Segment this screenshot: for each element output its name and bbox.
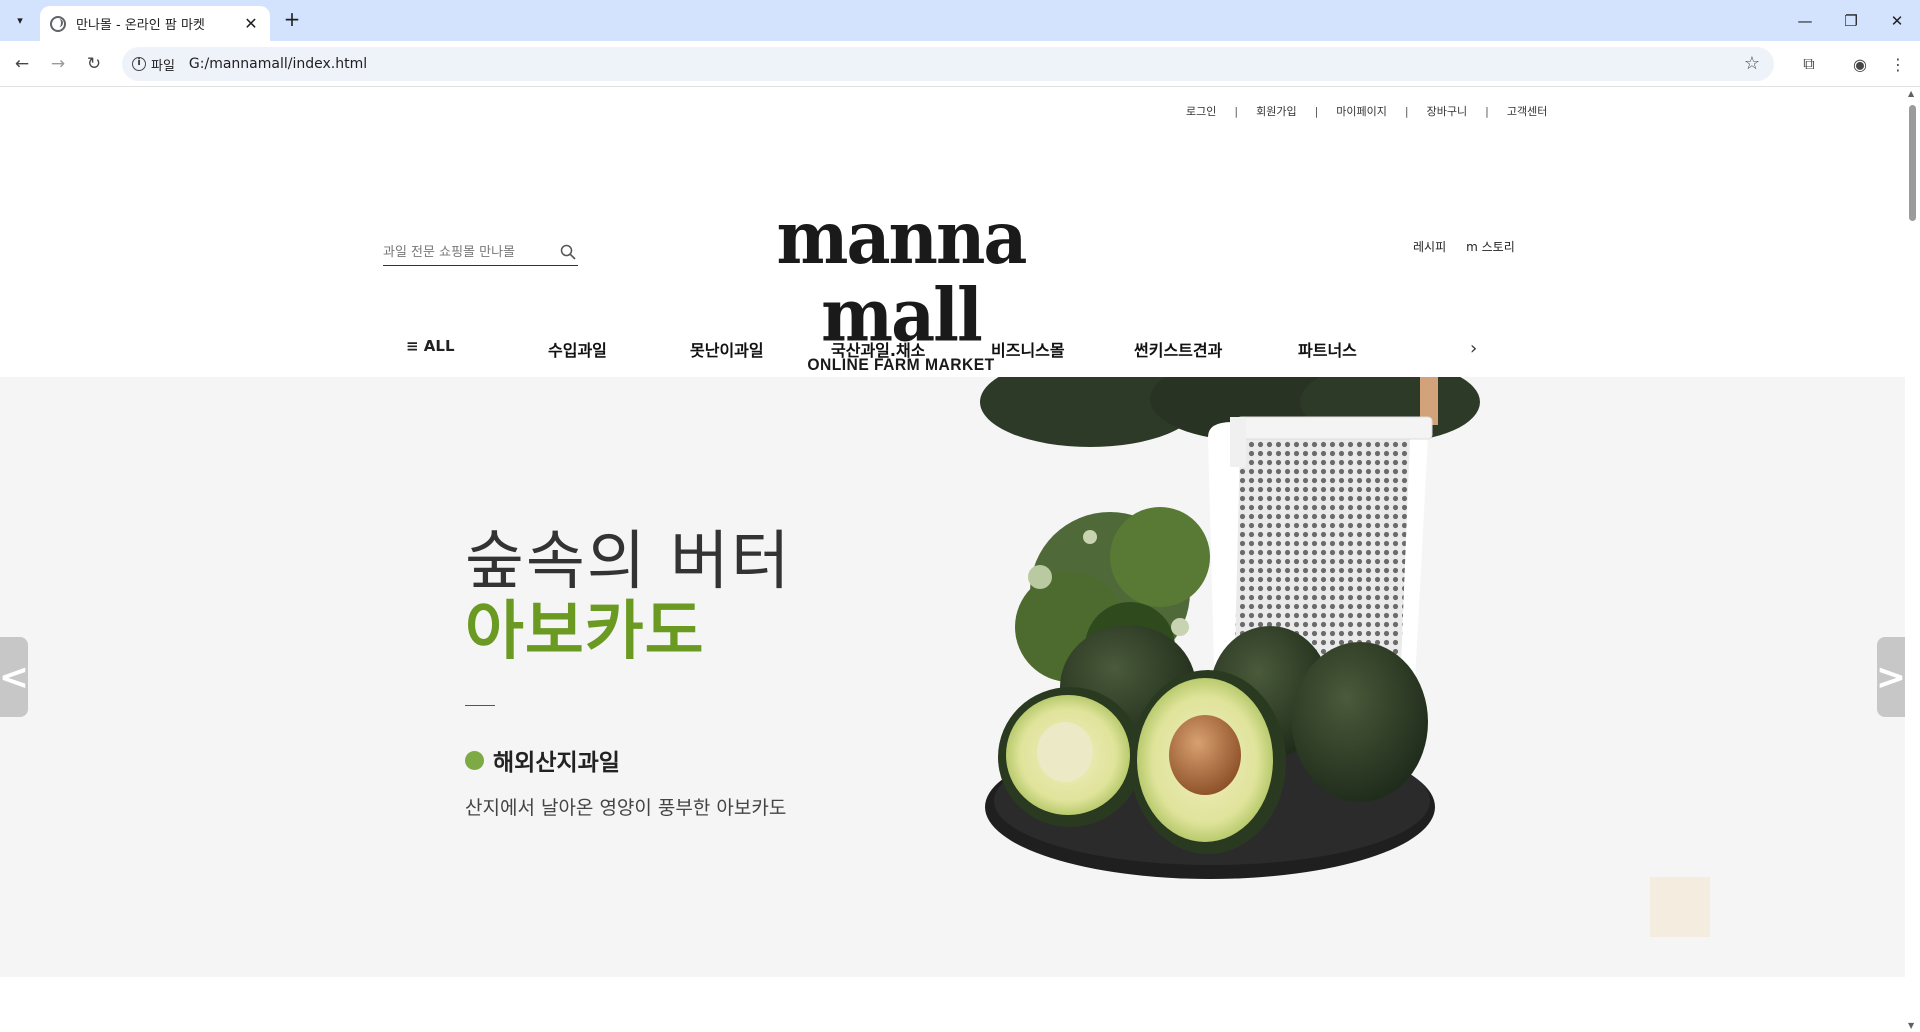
address-bar[interactable]: i 파일 G:/mannamall/index.html ☆ [122, 47, 1774, 81]
restore-button[interactable]: ❐ [1828, 0, 1874, 41]
page-viewport: 로그인 | 회원가입 | 마이페이지 | 장바구니 | 고객센터 manna m… [0, 87, 1920, 1032]
slider-prev-button[interactable]: < [0, 637, 29, 717]
browser-tabstrip: ▾ 만나몰 - 온라인 팜 마켓 ✕ + — ❐ ✕ [0, 0, 1920, 41]
nav-item-partners[interactable]: 파트너스 [1298, 337, 1357, 361]
profile-icon[interactable]: ◉ [1846, 50, 1874, 78]
hero-headline: 숲속의 버터 [465, 525, 792, 599]
hero-text: 숲속의 버터 아보카도 해외산지과일 산지에서 날아온 영양이 풍부한 아보카도 [465, 527, 792, 820]
browser-tab-active[interactable]: 만나몰 - 온라인 팜 마켓 ✕ [40, 6, 270, 41]
window-controls: — ❐ ✕ [1782, 0, 1920, 41]
login-link[interactable]: 로그인 [1186, 103, 1216, 119]
hero-divider [465, 705, 495, 706]
search-icon[interactable] [560, 244, 576, 260]
scrollbar-thumb[interactable] [1909, 105, 1916, 221]
page-scrollbar[interactable]: ▲ ▼ [1905, 87, 1920, 1032]
separator: | [1404, 104, 1409, 118]
scroll-up-icon[interactable]: ▲ [1908, 89, 1914, 98]
minimize-button[interactable]: — [1782, 0, 1828, 41]
site-info-chip[interactable]: i 파일 [132, 55, 175, 74]
nav-item-sunkist-nuts[interactable]: 썬키스트견과 [1134, 337, 1222, 361]
hero-category: 해외산지과일 [465, 743, 792, 777]
signup-link[interactable]: 회원가입 [1256, 103, 1296, 119]
reload-button[interactable]: ↻ [80, 50, 108, 78]
hero-avocado-image [980, 377, 1710, 937]
support-link[interactable]: 고객센터 [1507, 103, 1547, 119]
nav-item-business-mall[interactable]: 비즈니스몰 [991, 337, 1065, 361]
recipe-link[interactable]: 레시피 [1413, 238, 1446, 255]
back-button[interactable]: ← [8, 50, 36, 78]
browser-toolbar: ← → ↻ i 파일 G:/mannamall/index.html ☆ ⧉ ◉… [0, 41, 1920, 87]
new-tab-button[interactable]: + [280, 8, 304, 32]
slider-next-button[interactable]: > [1876, 637, 1906, 717]
search-box [383, 239, 578, 266]
nav-next-icon[interactable]: › [1470, 338, 1477, 359]
nav-item-ugly-fruit[interactable]: 못난이과일 [690, 337, 764, 361]
hero-category-label: 해외산지과일 [493, 750, 620, 776]
hero-product-name: 아보카도 [465, 595, 705, 669]
nav-item-imported-fruit[interactable]: 수입과일 [548, 337, 607, 361]
utility-nav: 로그인 | 회원가입 | 마이페이지 | 장바구니 | 고객센터 [1186, 103, 1547, 119]
side-links: 레시피 m 스토리 [1413, 238, 1535, 255]
story-link[interactable]: m 스토리 [1466, 238, 1515, 255]
globe-icon [50, 15, 66, 32]
hero-description: 산지에서 날아온 영양이 풍부한 아보카도 [465, 797, 787, 819]
hero-banner: 숲속의 버터 아보카도 해외산지과일 산지에서 날아온 영양이 풍부한 아보카도 [0, 377, 1920, 977]
mypage-link[interactable]: 마이페이지 [1336, 103, 1387, 119]
tab-close-icon[interactable]: ✕ [242, 14, 260, 33]
forward-button[interactable]: → [44, 50, 72, 78]
close-window-button[interactable]: ✕ [1874, 0, 1920, 41]
url-text[interactable]: G:/mannamall/index.html [189, 56, 367, 72]
separator: | [1314, 104, 1319, 118]
scroll-down-icon[interactable]: ▼ [1908, 1021, 1914, 1030]
tab-title: 만나몰 - 온라인 팜 마켓 [76, 18, 205, 33]
bookmark-star-icon[interactable]: ☆ [1744, 53, 1760, 74]
nav-item-domestic-fruit-veg[interactable]: 국산과일.채소 [831, 337, 925, 361]
cart-link[interactable]: 장바구니 [1427, 103, 1467, 119]
main-nav: ≡ ALL 수입과일 못난이과일 국산과일.채소 비즈니스몰 썬키스트견과 파트… [380, 337, 1480, 365]
logo-wordmark: manna mall [776, 194, 1028, 360]
separator: | [1234, 104, 1239, 118]
category-dot-icon [465, 750, 484, 770]
search-input[interactable] [383, 239, 548, 265]
nav-all-menu[interactable]: ≡ ALL [406, 337, 455, 355]
more-menu-icon[interactable]: ⋮ [1884, 50, 1912, 78]
info-icon: i [132, 57, 146, 71]
tab-list-button[interactable]: ▾ [8, 8, 32, 32]
site-logo[interactable]: manna mall ONLINE FARM MARKET [706, 199, 1096, 374]
site-info-label: 파일 [151, 58, 175, 74]
separator: | [1485, 104, 1489, 118]
extensions-icon[interactable]: ⧉ [1795, 50, 1823, 78]
